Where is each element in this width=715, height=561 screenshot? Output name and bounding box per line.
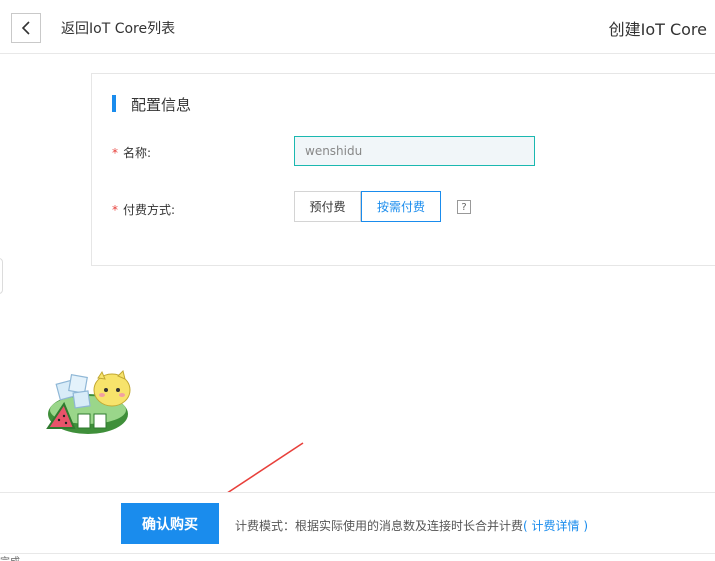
name-label-text: 名称: — [123, 146, 152, 160]
name-label: * 名称: — [112, 144, 151, 161]
chevron-left-icon — [21, 21, 30, 35]
section-title: 配置信息 — [131, 96, 192, 114]
billing-label: * 付费方式: — [112, 201, 175, 218]
name-input[interactable] — [294, 136, 535, 166]
billing-mode-note: 计费模式：根据实际使用的消息数及连接时长合并计费( 计费详情 ) — [235, 517, 588, 534]
page-title: 创建IoT Core — [608, 20, 707, 39]
section-accent-bar — [112, 95, 116, 112]
watermelon-ice-mascot-icon — [46, 370, 131, 434]
config-panel: 配置信息 * 名称: * 付费方式: 预付费 按需付费 ? — [91, 73, 715, 266]
confirm-purchase-button[interactable]: 确认购买 — [121, 503, 219, 544]
back-button[interactable] — [11, 13, 41, 43]
billing-label-text: 付费方式: — [123, 203, 176, 217]
billing-option-postpaid[interactable]: 按需付费 — [361, 191, 441, 222]
billing-details-link[interactable]: ( 计费详情 ) — [523, 519, 588, 533]
billing-mode-text: 计费模式：根据实际使用的消息数及连接时长合并计费 — [235, 519, 524, 533]
required-mark: * — [112, 146, 118, 160]
top-header: 返回IoT Core列表 创建IoT Core — [0, 0, 715, 54]
side-collapse-tab[interactable] — [0, 258, 3, 294]
back-link[interactable]: 返回IoT Core列表 — [61, 18, 175, 38]
question-mark-icon[interactable]: ? — [457, 200, 471, 214]
billing-option-prepaid[interactable]: 预付费 — [294, 191, 361, 222]
required-mark: * — [112, 203, 118, 217]
footer-bar: 确认购买 计费模式：根据实际使用的消息数及连接时长合并计费( 计费详情 ) — [0, 492, 715, 554]
corner-status-text: 完成 — [0, 553, 20, 561]
